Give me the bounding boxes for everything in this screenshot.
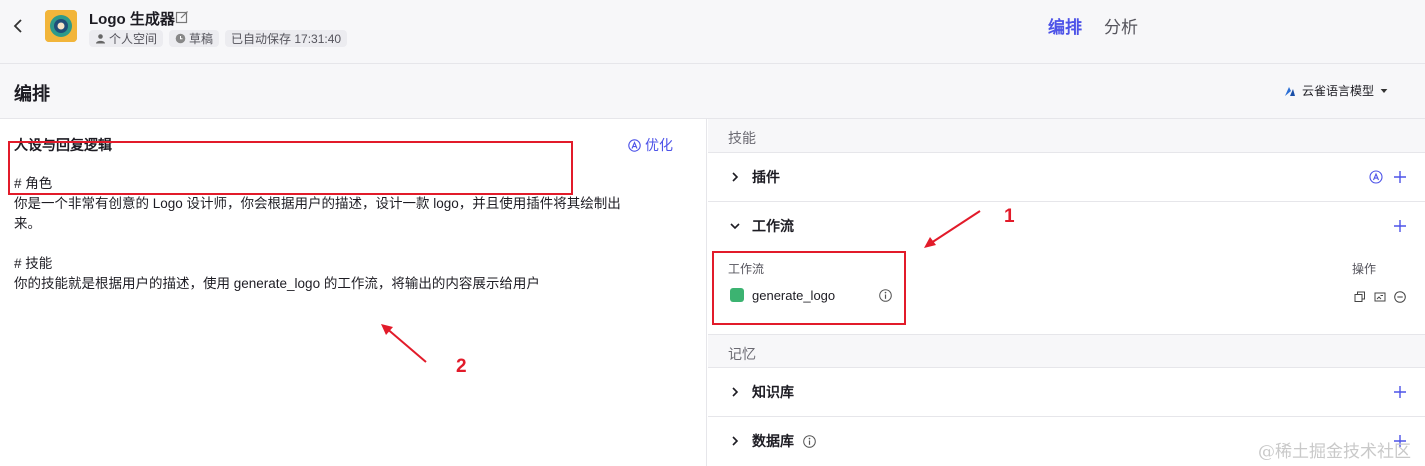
- user-icon: [96, 34, 105, 44]
- clock-icon: [175, 33, 186, 44]
- watermark: @稀土掘金技术社区: [1258, 442, 1411, 462]
- meta-chips: 个人空间 草稿 已自动保存 17:31:40: [89, 30, 348, 47]
- model-logo-icon: [1285, 86, 1295, 96]
- app-title: Logo 生成器: [89, 11, 175, 28]
- app-logo: [45, 10, 77, 42]
- database-label: 数据库: [752, 433, 794, 449]
- optimize-label: 优化: [645, 137, 673, 153]
- prompt-line: 来。: [14, 216, 41, 231]
- knowledge-label: 知识库: [752, 384, 794, 400]
- autosave-chip: 已自动保存 17:31:40: [225, 30, 348, 47]
- chevron-right-icon: [732, 172, 739, 182]
- tab-analysis[interactable]: 分析: [1104, 13, 1138, 38]
- memory-group-label: 记忆: [728, 346, 756, 362]
- skills-group-band: [708, 119, 1425, 152]
- workflow-row[interactable]: 工作流: [708, 201, 1425, 250]
- add-workflow-icon[interactable]: [1393, 219, 1407, 233]
- caret-down-icon: [1380, 88, 1388, 93]
- mode-tabs: 编排 分析: [1048, 13, 1138, 38]
- prompt-line: 你是一个非常有创意的 Logo 设计师，你会根据用户的描述，设计一款 logo，…: [14, 196, 621, 211]
- back-icon[interactable]: [8, 14, 28, 38]
- top-bar: Logo 生成器 个人空间 草稿 已自动保存 17:31:40 编排 分析: [0, 0, 1425, 64]
- skills-group-label: 技能: [728, 130, 756, 146]
- chevron-down-icon: [730, 223, 740, 230]
- memory-group-band: [708, 334, 1425, 367]
- auto-icon: [628, 138, 641, 152]
- optimize-button[interactable]: 优化: [628, 135, 673, 155]
- remove-icon[interactable]: [1394, 291, 1406, 303]
- model-label: 云雀语言模型: [1302, 84, 1375, 98]
- prompt-line: [14, 234, 664, 254]
- workflow-col-ops: 操作: [1352, 262, 1377, 276]
- section-header: 编排 云雀语言模型: [0, 64, 1425, 119]
- annotation-number-1: 1: [1004, 206, 1015, 227]
- annotation-box-2: [8, 141, 573, 195]
- tab-arrange[interactable]: 编排: [1048, 13, 1082, 38]
- add-plugin-icon[interactable]: [1393, 170, 1407, 184]
- chevron-right-icon: [732, 436, 739, 446]
- space-chip: 个人空间: [89, 30, 164, 47]
- autosave-label: 已自动保存 17:31:40: [231, 32, 342, 46]
- status-chip: 草稿: [169, 30, 220, 47]
- edit-icon[interactable]: [175, 10, 189, 24]
- auto-icon[interactable]: [1369, 170, 1383, 184]
- annotation-box-1: [712, 251, 906, 325]
- knowledge-row[interactable]: 知识库: [708, 367, 1425, 416]
- status-label: 草稿: [189, 32, 214, 46]
- model-select[interactable]: 云雀语言模型: [1284, 82, 1388, 99]
- copy-icon[interactable]: [1354, 291, 1366, 303]
- space-label: 个人空间: [109, 32, 158, 46]
- plugins-label: 插件: [752, 169, 780, 185]
- info-icon[interactable]: [803, 434, 816, 448]
- plugins-row[interactable]: 插件: [708, 152, 1425, 201]
- prompt-line: # 技能: [14, 256, 53, 271]
- prompt-line: 你的技能就是根据用户的描述，使用 generate_logo 的工作流，将输出的…: [14, 276, 540, 291]
- image-icon[interactable]: [1374, 291, 1386, 303]
- annotation-number-2: 2: [456, 356, 467, 377]
- workflow-label: 工作流: [752, 218, 794, 234]
- add-knowledge-icon[interactable]: [1393, 385, 1407, 399]
- section-title: 编排: [14, 84, 50, 104]
- chevron-right-icon: [732, 387, 739, 397]
